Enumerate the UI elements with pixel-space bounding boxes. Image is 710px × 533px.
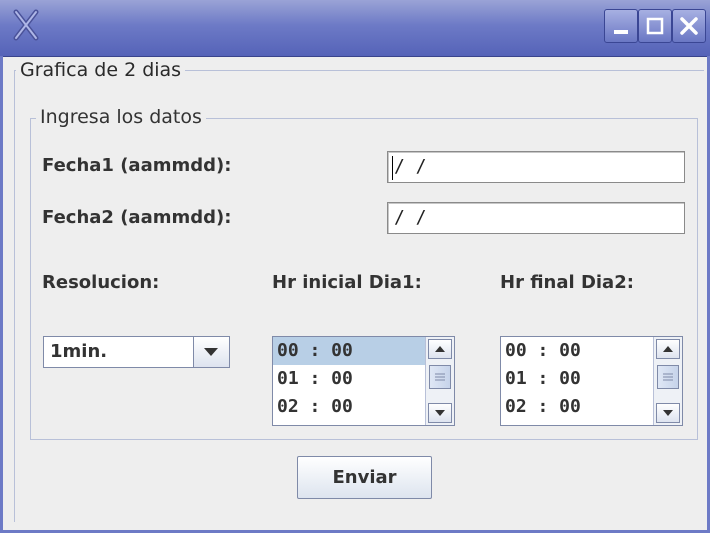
outer-group-title: Grafica de 2 dias bbox=[16, 59, 186, 81]
resolucion-selected: 1min. bbox=[50, 341, 108, 362]
enviar-button[interactable]: Enviar bbox=[297, 456, 432, 499]
maximize-button[interactable] bbox=[638, 9, 672, 43]
scroll-thumb[interactable] bbox=[429, 365, 451, 389]
scroll-thumb[interactable] bbox=[657, 365, 679, 389]
hr-final-list[interactable]: 00 : 00 01 : 00 02 : 00 bbox=[500, 336, 683, 426]
maximize-icon bbox=[646, 17, 664, 35]
scroll-down-button[interactable] bbox=[428, 403, 452, 423]
dropdown-arrow-button[interactable] bbox=[193, 337, 229, 367]
scroll-up-button[interactable] bbox=[428, 339, 452, 359]
hr-inicial-list[interactable]: 00 : 00 01 : 00 02 : 00 bbox=[272, 336, 455, 426]
arrow-up-icon bbox=[435, 346, 445, 352]
text-caret bbox=[392, 156, 393, 180]
title-bar[interactable] bbox=[0, 0, 710, 57]
java-x-icon bbox=[13, 9, 39, 41]
app-window: Grafica de 2 dias Ingresa los datos Fech… bbox=[0, 0, 710, 533]
fecha1-label: Fecha1 (aammdd): bbox=[42, 155, 232, 176]
arrow-down-icon bbox=[663, 410, 673, 416]
close-icon bbox=[680, 17, 698, 35]
hr-inicial-label: Hr inicial Dia1: bbox=[272, 272, 422, 293]
minimize-icon bbox=[614, 30, 628, 34]
hr-final-label: Hr final Dia2: bbox=[500, 272, 634, 293]
close-button[interactable] bbox=[672, 9, 706, 43]
scroll-down-button[interactable] bbox=[656, 403, 680, 423]
minimize-button[interactable] bbox=[604, 9, 638, 43]
inner-group-title: Ingresa los datos bbox=[36, 106, 206, 128]
fecha2-field[interactable]: / / bbox=[387, 202, 685, 234]
grip-icon bbox=[435, 373, 445, 381]
arrow-up-icon bbox=[663, 346, 673, 352]
chevron-down-icon bbox=[204, 348, 218, 356]
scroll-up-button[interactable] bbox=[656, 339, 680, 359]
resolucion-label: Resolucion: bbox=[42, 272, 160, 293]
hr-final-scrollbar[interactable] bbox=[653, 337, 682, 425]
grip-icon bbox=[663, 373, 673, 381]
arrow-down-icon bbox=[435, 410, 445, 416]
fecha1-field[interactable]: / / bbox=[387, 151, 685, 183]
fecha2-label: Fecha2 (aammdd): bbox=[42, 207, 232, 228]
hr-inicial-scrollbar[interactable] bbox=[425, 337, 454, 425]
resolucion-dropdown[interactable]: 1min. bbox=[43, 336, 230, 368]
